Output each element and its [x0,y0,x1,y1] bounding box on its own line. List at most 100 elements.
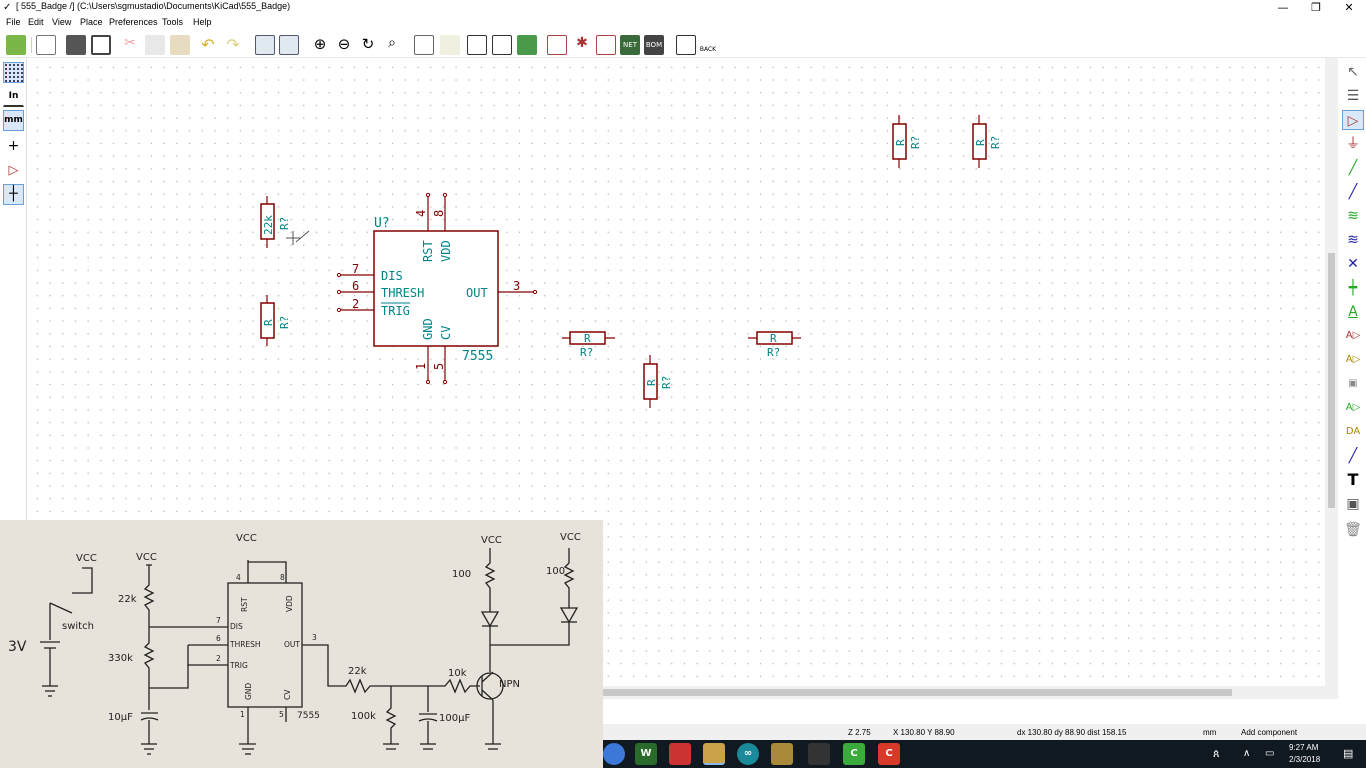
menu-file[interactable]: File [6,17,21,27]
orthogonal-lines-icon[interactable]: ┼ [3,184,24,205]
menu-place[interactable]: Place [80,17,103,27]
resistor-ref: R? [989,136,1002,149]
taskbar: W ∞ C C ጰ ∧ ▭ 9:27 AM 2/3/2018 ▤ [603,740,1366,768]
grid-toggle-icon[interactable] [3,62,24,83]
chrome-icon[interactable] [603,743,625,765]
resistor-r5[interactable]: R R? [643,355,673,408]
copy-icon[interactable] [145,35,165,55]
hierarchy-icon[interactable]: ☰ [1342,86,1364,106]
sheet-pin-icon[interactable]: DA [1342,422,1364,442]
menu-preferences[interactable]: Preferences [109,17,158,27]
zoom-fit-icon[interactable]: ⌕ [382,35,402,55]
horizontal-scroll-thumb[interactable] [602,689,1232,696]
resistor-r4[interactable]: R R? [748,331,801,359]
global-label-icon[interactable]: A▷ [1342,326,1364,346]
pin-name-rst: RST [421,240,435,262]
vertical-scroll-thumb[interactable] [1328,253,1335,508]
notifications-icon[interactable]: ▤ [1343,747,1353,760]
print-icon[interactable] [66,35,86,55]
library-browser-icon[interactable] [492,35,512,55]
minimize-button[interactable]: — [1266,0,1300,16]
footprint-editor-icon[interactable] [517,35,537,55]
annotate-icon[interactable] [547,35,567,55]
battery-icon[interactable]: ▭ [1265,748,1274,759]
undo-icon[interactable]: ↶ [198,35,218,55]
zoom-out-icon[interactable]: ⊖ [334,35,354,55]
recorder-icon[interactable]: C [878,743,900,765]
library-editor-icon[interactable] [467,35,487,55]
ic-reference: U? [374,216,390,231]
no-connect-icon[interactable]: ✕ [1342,254,1364,274]
resistor-r6[interactable]: R R? [892,115,922,168]
net-label-icon[interactable]: A [1342,302,1364,322]
hierarchy-navigator-icon[interactable] [414,35,434,55]
place-component-icon[interactable]: ▷ [1342,110,1364,130]
vertical-scrollbar[interactable] [1325,58,1338,686]
acrobat-icon[interactable] [669,743,691,765]
units-mm-button[interactable]: mm [3,110,24,131]
tray-chevron-icon[interactable]: ∧ [1243,748,1250,759]
zoom-in-icon[interactable]: ⊕ [310,35,330,55]
scripting-icon[interactable] [676,35,696,55]
camtasia-icon[interactable]: C [843,743,865,765]
menu-edit[interactable]: Edit [28,17,44,27]
close-button[interactable]: ✕ [1332,0,1366,16]
bom-icon[interactable]: BOM [644,35,664,55]
find-replace-icon[interactable] [279,35,299,55]
place-wire-icon[interactable]: ╱ [1342,158,1364,178]
maximize-button[interactable]: ❐ [1299,0,1333,16]
select-arrow-icon[interactable]: ↖ [1342,62,1364,82]
resistor-r3[interactable]: R R? [562,331,615,359]
netlist-icon[interactable]: NET [620,35,640,55]
place-text-icon[interactable]: T [1342,470,1364,490]
place-image-icon[interactable]: ▣ [1342,494,1364,514]
ic-value: 7555 [462,349,493,364]
pin-num-4: 4 [414,210,428,217]
units-inches-button[interactable]: In [3,86,24,107]
cursor-shape-icon[interactable]: + [3,136,24,157]
resistor-22k[interactable]: 22k R? [260,196,291,248]
kicad-task-icon[interactable]: W [635,743,657,765]
assign-footprints-icon[interactable] [596,35,616,55]
import-sheet-pin-icon[interactable]: A▷ [1342,398,1364,418]
snipping-tool-icon[interactable] [808,743,830,765]
sketch-npn-label: NPN [499,679,520,690]
place-power-icon[interactable]: ⏚ [1342,134,1364,154]
eeschema-icon[interactable] [703,743,725,765]
clock-date[interactable]: 2/3/2018 [1289,755,1320,764]
back-annotate-icon[interactable]: BACK [698,35,718,55]
resistor-r7[interactable]: R R? [972,115,1002,168]
inkscape-icon[interactable] [771,743,793,765]
horizontal-scrollbar[interactable] [600,686,1338,699]
redo-icon[interactable]: ↷ [223,35,243,55]
sheet-settings-icon[interactable] [36,35,56,55]
bus-bus-entry-icon[interactable]: ≋ [1342,230,1364,250]
pin-num-6: 6 [352,279,359,293]
wire-bus-entry-icon[interactable]: ≋ [1342,206,1364,226]
hierarchical-sheet-icon[interactable]: ▣ [1342,374,1364,394]
clock-time[interactable]: 9:27 AM [1289,743,1318,752]
cut-icon[interactable]: ✂ [120,35,140,55]
plot-icon[interactable] [91,35,111,55]
paste-icon[interactable] [170,35,190,55]
junction-icon[interactable]: ┿ [1342,278,1364,298]
arduino-icon[interactable]: ∞ [737,743,759,765]
find-icon[interactable] [255,35,275,55]
menu-tools[interactable]: Tools [162,17,183,27]
person-icon[interactable]: ጰ [1213,748,1220,761]
menu-help[interactable]: Help [193,17,212,27]
resistor-value: R [974,139,987,146]
sketch-vcc-label: VCC [76,553,97,564]
erc-icon[interactable]: ✱ [572,35,592,55]
hidden-pins-icon[interactable]: ▷ [3,160,24,181]
graphic-line-icon[interactable]: ╱ [1342,446,1364,466]
delete-icon[interactable]: 🗑 [1342,520,1364,540]
resistor-r2[interactable]: R R? [260,295,291,346]
hierarchical-label-icon[interactable]: A▷ [1342,350,1364,370]
menu-view[interactable]: View [52,17,71,27]
sketch-cap1-label: 10μF [108,712,133,723]
leave-sheet-icon[interactable] [440,35,460,55]
zoom-redraw-icon[interactable]: ↻ [358,35,378,55]
save-project-icon[interactable] [6,35,26,55]
place-bus-icon[interactable]: ╱ [1342,182,1364,202]
